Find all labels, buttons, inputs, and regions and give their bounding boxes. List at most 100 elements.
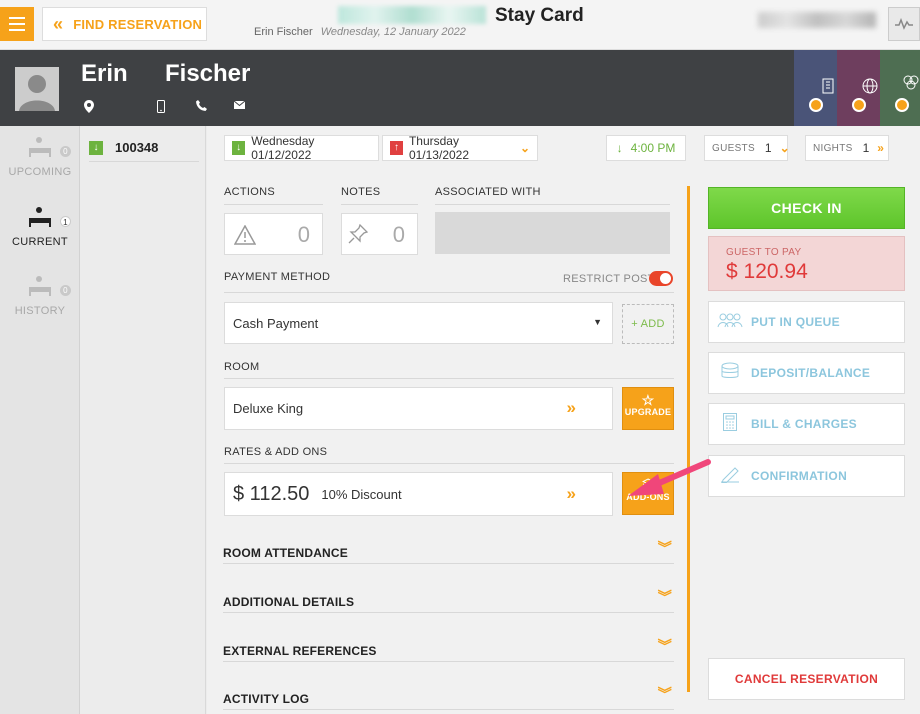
subtitle-guest-name: Erin Fischer <box>254 26 313 38</box>
star-icon: ☆ <box>641 392 655 408</box>
guests-selector[interactable]: GUESTS 1 ⌄ <box>704 135 790 161</box>
hamburger-menu-icon[interactable] <box>0 7 34 41</box>
people-queue-icon <box>717 312 743 333</box>
divider <box>341 204 418 205</box>
find-reservation-button[interactable]: « FIND RESERVATION <box>42 7 207 41</box>
search-icon <box>852 98 866 112</box>
departure-date-text: Thursday 01/13/2022 <box>408 134 470 162</box>
nights-count: 1 <box>862 141 870 155</box>
additional-details-section[interactable]: ADDITIONAL DETAILS ︾ <box>223 589 674 613</box>
nights-selector[interactable]: NIGHTS 1 » <box>805 135 889 161</box>
activity-icon[interactable] <box>888 7 920 41</box>
check-in-button[interactable]: CHECK IN <box>708 187 905 229</box>
activity-log-section[interactable]: ACTIVITY LOG ︾ <box>223 686 674 710</box>
notes-label: NOTES <box>341 186 381 198</box>
reservation-list: ↓ 100348 <box>81 126 206 714</box>
rates-label: RATES & ADD ONS <box>224 446 328 458</box>
bed-history-icon <box>29 276 51 296</box>
actions-label: ACTIONS <box>224 186 275 198</box>
arrival-date-text: Wednesday 01/12/2022 <box>251 134 315 162</box>
search-icon <box>895 98 909 112</box>
associated-with-field[interactable] <box>435 212 670 254</box>
avatar[interactable] <box>15 67 59 111</box>
restrict-post-toggle[interactable] <box>649 271 673 286</box>
add-payment-button[interactable]: + ADD <box>622 304 674 344</box>
room-attendance-label: ROOM ATTENDANCE <box>223 546 348 560</box>
room-label: ROOM <box>224 361 260 373</box>
put-in-queue-label: PUT IN QUEUE <box>751 315 840 329</box>
chevron-down-icon: ⌄ <box>779 141 790 155</box>
caret-down-icon: ▼ <box>593 317 602 327</box>
add-ons-button[interactable]: ADD-ONS <box>622 472 674 515</box>
double-chevron-left-icon: « <box>53 13 64 34</box>
tile-rings[interactable] <box>880 50 920 126</box>
nav-current-count: 1 <box>60 216 71 227</box>
arrow-up-icon: ↑ <box>390 141 403 155</box>
actions-card[interactable]: 0 <box>224 213 323 255</box>
alert-icon <box>234 225 256 245</box>
subtitle-date: Wednesday, 12 January 2022 <box>320 26 466 38</box>
deposit-balance-label: DEPOSIT/BALANCE <box>751 366 871 380</box>
bill-charges-label: BILL & CHARGES <box>751 417 857 431</box>
rate-discount: 10% Discount <box>321 486 402 502</box>
rate-card[interactable]: $ 112.50 10% Discount » <box>224 472 613 516</box>
tile-building[interactable] <box>794 50 837 126</box>
double-chevron-right-icon: » <box>877 141 884 155</box>
email-icon[interactable] <box>233 100 246 112</box>
departure-date[interactable]: ↑ Thursday 01/13/2022 ⌄ <box>382 134 538 162</box>
guests-count: 1 <box>764 141 772 155</box>
arrow-down-icon: ↓ <box>89 140 103 155</box>
nav-current-label: CURRENT <box>12 236 68 248</box>
notes-count: 0 <box>392 222 405 247</box>
bill-charges-button[interactable]: BILL & CHARGES <box>708 403 905 445</box>
nav-current[interactable]: CURRENT 1 <box>0 206 80 266</box>
arrival-time[interactable]: ↓ 4:00 PM <box>606 135 686 161</box>
activity-log-label: ACTIVITY LOG <box>223 692 310 706</box>
phone-icon[interactable] <box>196 100 207 114</box>
pen-icon <box>717 465 743 488</box>
chevron-double-down-icon: ︾ <box>657 540 672 556</box>
arrival-date[interactable]: ↓ Wednesday 01/12/2022 <box>224 134 379 162</box>
user-name-blurred <box>758 12 876 28</box>
stay-subtitle: Erin Fischer Wednesday, 12 January 2022 <box>254 26 466 38</box>
tile-globe[interactable] <box>837 50 880 126</box>
nav-history[interactable]: HISTORY 0 <box>0 275 80 335</box>
room-value: Deluxe King <box>233 401 304 416</box>
upgrade-label: UPGRADE <box>624 407 672 417</box>
chevron-down-icon: ⌄ <box>519 141 530 155</box>
guest-to-pay-panel: GUEST TO PAY $ 120.94 <box>708 236 905 291</box>
payment-method-value: Cash Payment <box>233 315 319 331</box>
external-references-section[interactable]: EXTERNAL REFERENCES ︾ <box>223 638 674 662</box>
guest-header: Erin Fischer <box>0 50 920 126</box>
status-nav: UPCOMING 0 CURRENT 1 HISTORY 0 <box>0 126 80 714</box>
confirmation-label: CONFIRMATION <box>751 469 848 483</box>
room-card[interactable]: Deluxe King » <box>224 387 613 430</box>
deposit-balance-button[interactable]: DEPOSIT/BALANCE <box>708 352 905 394</box>
guest-first-name: Erin <box>81 60 128 87</box>
divider <box>224 204 323 205</box>
cancel-reservation-button[interactable]: CANCEL RESERVATION <box>708 658 905 700</box>
arrow-down-icon: ↓ <box>232 141 246 155</box>
location-icon[interactable] <box>84 100 94 116</box>
confirmation-button[interactable]: CONFIRMATION <box>708 455 905 497</box>
arrival-time-text: 4:00 PM <box>630 141 676 155</box>
nav-upcoming[interactable]: UPCOMING 0 <box>0 136 80 196</box>
additional-details-label: ADDITIONAL DETAILS <box>223 595 355 609</box>
room-attendance-section[interactable]: ROOM ATTENDANCE ︾ <box>223 540 674 564</box>
nights-label: NIGHTS <box>813 142 853 154</box>
notes-card[interactable]: 0 <box>341 213 418 255</box>
top-bar: « FIND RESERVATION Stay Card Erin Fische… <box>0 0 920 50</box>
upgrade-button[interactable]: ☆ UPGRADE <box>622 387 674 430</box>
layers-icon <box>623 478 673 492</box>
reservation-number: 100348 <box>115 140 159 155</box>
put-in-queue-button[interactable]: PUT IN QUEUE <box>708 301 905 343</box>
mobile-phone-icon[interactable] <box>157 100 165 116</box>
coins-icon <box>717 362 743 385</box>
double-chevron-right-icon: » <box>566 398 576 417</box>
rate-value: $ 112.50 <box>233 482 310 505</box>
nav-upcoming-label: UPCOMING <box>8 166 72 178</box>
payment-method-select[interactable]: Cash Payment ▼ <box>224 302 613 344</box>
list-item[interactable]: ↓ 100348 <box>89 134 199 162</box>
payment-method-label: PAYMENT METHOD <box>224 271 331 283</box>
guest-last-name: Fischer <box>165 60 251 87</box>
